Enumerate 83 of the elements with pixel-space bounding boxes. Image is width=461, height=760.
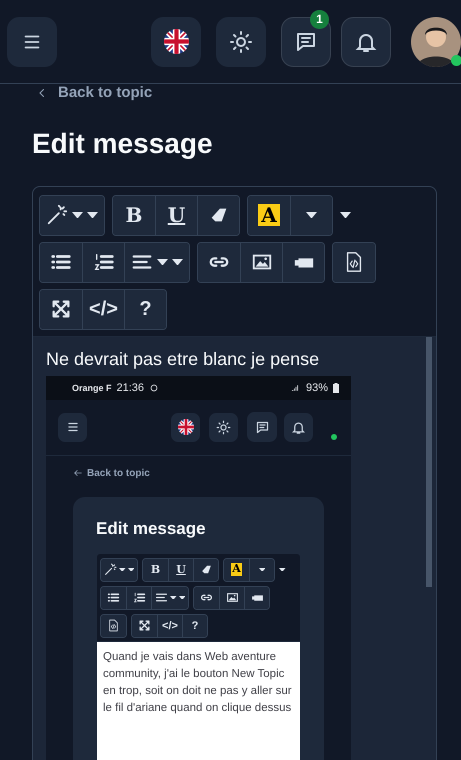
caret-icon: [340, 212, 351, 218]
expand-icon: [138, 619, 151, 632]
page-title: Edit message: [96, 518, 207, 538]
flag-icon: [164, 29, 188, 54]
theme-button[interactable]: [209, 412, 238, 442]
notifications-button[interactable]: [284, 412, 313, 442]
back-to-topic-link[interactable]: Back to topic: [73, 468, 324, 478]
battery-text: 93%: [306, 382, 328, 394]
image-button[interactable]: [219, 586, 244, 608]
numbered-list-button[interactable]: [126, 586, 151, 608]
underline-button[interactable]: U: [168, 558, 193, 580]
flag-icon: [178, 419, 194, 435]
eraser-icon: [200, 563, 212, 576]
bold-button[interactable]: B: [143, 558, 168, 580]
magic-wand-icon: [104, 563, 117, 576]
numbered-list-button[interactable]: [82, 242, 124, 282]
magic-wand-icon: [46, 204, 68, 226]
align-button[interactable]: [151, 586, 188, 608]
code-file-icon: [107, 619, 120, 632]
help-button[interactable]: ?: [124, 290, 166, 328]
caret-icon: [157, 258, 168, 266]
menu-button[interactable]: [58, 412, 87, 442]
bulleted-list-icon: [107, 591, 120, 604]
carrier-text: Orange F: [72, 382, 112, 392]
numbered-list-icon: [92, 251, 114, 273]
message-text: Quand je vais dans Web aventure community, j'ai le bouton New Topic en trop, soit on doit ne pas y aller sur le fil d'ariane quand on clique dessus: [103, 650, 293, 716]
editor-area[interactable]: Quand je vais dans Web aventure community, j'ai le bouton New Topic en trop, soit on doit ne pas y aller sur le fil d'ariane quand on clique dessus: [97, 642, 300, 760]
caret-icon: [87, 212, 98, 218]
theme-button[interactable]: [216, 16, 266, 66]
highlight-button[interactable]: A: [248, 196, 290, 234]
fullscreen-button[interactable]: [132, 614, 157, 636]
clear-format-button[interactable]: [193, 558, 218, 580]
chat-icon: [254, 420, 270, 434]
battery-icon: [333, 382, 339, 392]
language-button[interactable]: [151, 16, 201, 66]
menu-icon: [66, 420, 80, 434]
language-button[interactable]: [171, 412, 200, 442]
caret-icon: [306, 212, 317, 218]
editor-area[interactable]: [33, 336, 436, 760]
link-button[interactable]: [194, 586, 219, 608]
caret-icon: [258, 568, 266, 572]
fullscreen-button[interactable]: [40, 290, 82, 328]
video-button[interactable]: [282, 242, 324, 282]
back-arrow-icon: [73, 468, 83, 478]
underline-button[interactable]: U: [155, 196, 197, 234]
bold-button[interactable]: B: [113, 196, 155, 234]
dropdown-button[interactable]: [249, 558, 274, 580]
link-button[interactable]: [198, 242, 240, 282]
clear-format-button[interactable]: [197, 196, 239, 234]
expand-icon: [50, 298, 72, 320]
numbered-list-icon: [132, 591, 146, 604]
notification-badge: 1: [310, 10, 329, 28]
message-text: Ne devrait pas etre blanc je pense: [46, 348, 320, 370]
messages-button[interactable]: [247, 412, 277, 442]
sun-icon: [216, 420, 231, 434]
dropdown-button[interactable]: [279, 568, 286, 572]
source-code-button[interactable]: </>: [82, 290, 124, 328]
bulleted-list-button[interactable]: [101, 586, 126, 608]
signal-icon: [290, 382, 301, 392]
messages-button[interactable]: [281, 16, 331, 66]
page-title: Edit message: [32, 128, 214, 160]
highlight-button[interactable]: A: [224, 558, 249, 580]
scrollbar[interactable]: [426, 336, 432, 586]
avatar[interactable]: [411, 16, 461, 66]
bell-icon: [291, 420, 306, 434]
source-code-button[interactable]: </>: [157, 614, 182, 636]
clock-text: 21:36: [116, 382, 144, 394]
align-icon: [155, 591, 168, 604]
dropdown-button[interactable]: [340, 212, 351, 218]
image-icon: [226, 591, 238, 604]
help-button[interactable]: ?: [182, 614, 207, 636]
video-button[interactable]: [244, 586, 269, 608]
caret-icon: [72, 212, 83, 218]
back-to-topic-link[interactable]: Back to topic: [36, 84, 152, 101]
dropdown-button[interactable]: [290, 196, 332, 234]
notifications-button[interactable]: [341, 16, 391, 66]
menu-button[interactable]: [7, 16, 57, 66]
caret-icon: [172, 258, 183, 266]
sun-icon: [229, 30, 253, 54]
align-button[interactable]: [124, 242, 189, 282]
caret-icon: [279, 568, 286, 572]
bulleted-list-button[interactable]: [40, 242, 82, 282]
image-button[interactable]: [240, 242, 282, 282]
